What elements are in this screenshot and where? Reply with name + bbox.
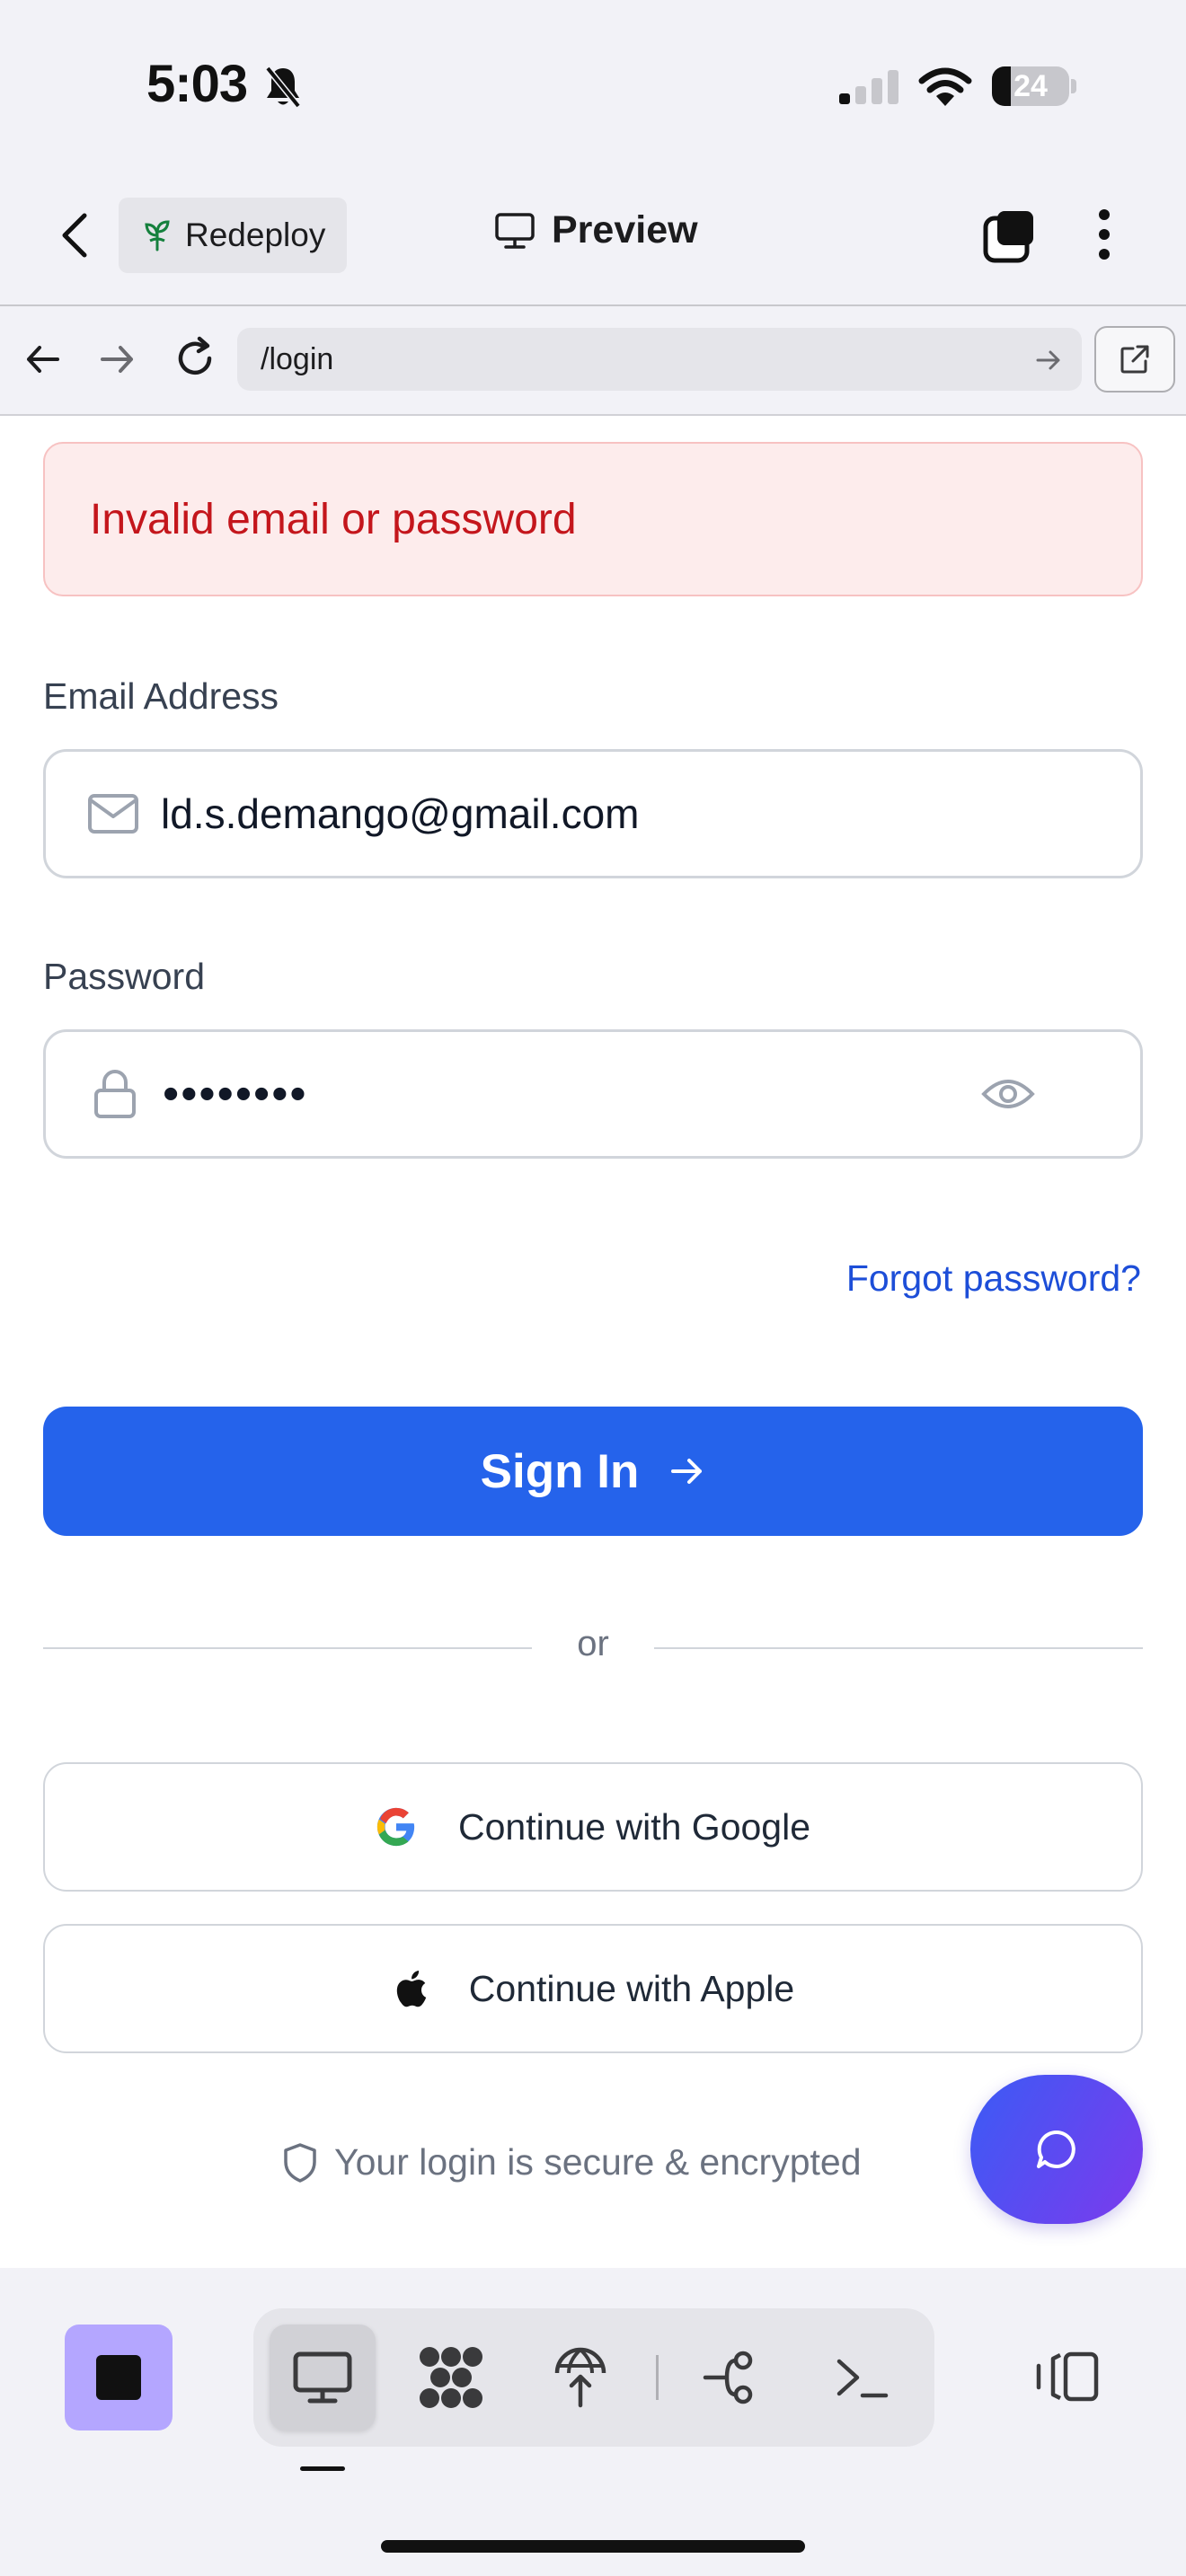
status-time: 5:03	[146, 55, 248, 113]
cellular-signal-icon	[839, 70, 900, 104]
battery-cap	[1071, 79, 1076, 93]
sign-in-button[interactable]: Sign In	[43, 1407, 1143, 1536]
back-chevron-icon[interactable]	[56, 210, 95, 260]
arrow-left-icon[interactable]	[23, 340, 63, 379]
panel-toggle-icon[interactable]	[1033, 2350, 1102, 2404]
tool-preview[interactable]	[270, 2325, 376, 2430]
or-separator: or	[577, 1624, 609, 1663]
lock-icon	[93, 1069, 137, 1119]
monitor-icon	[292, 2351, 353, 2404]
email-value: ld.s.demango@gmail.com	[161, 790, 640, 837]
error-message: Invalid email or password	[90, 495, 577, 543]
password-field[interactable]: ••••••••	[43, 1029, 1143, 1159]
preview-title[interactable]: Preview	[494, 208, 698, 252]
active-tab-indicator	[300, 2466, 345, 2471]
email-field[interactable]: ld.s.demango@gmail.com	[43, 749, 1143, 878]
shield-icon	[282, 2142, 318, 2183]
bell-slash-icon	[262, 65, 304, 110]
home-indicator[interactable]	[381, 2540, 805, 2553]
battery-icon: 24	[992, 66, 1069, 106]
url-text: /login	[261, 341, 334, 376]
more-vertical-icon[interactable]	[1094, 207, 1114, 262]
tabs-icon[interactable]	[983, 208, 1037, 264]
go-arrow-icon[interactable]	[1035, 347, 1062, 374]
eye-icon[interactable]	[981, 1074, 1035, 1114]
grid-blobs-icon	[417, 2344, 485, 2411]
password-label: Password	[43, 956, 206, 997]
arrow-right-icon[interactable]	[97, 340, 137, 379]
tool-publish[interactable]	[527, 2325, 633, 2430]
apple-signin-button[interactable]: Continue with Apple	[43, 1924, 1143, 2053]
stop-button[interactable]	[65, 2325, 173, 2430]
tool-terminal[interactable]	[810, 2325, 916, 2430]
email-label: Email Address	[43, 675, 279, 717]
battery-percent: 24	[1013, 69, 1048, 103]
external-link-icon	[1119, 343, 1151, 375]
git-branch-icon	[702, 2350, 766, 2405]
redeploy-label: Redeploy	[185, 216, 326, 253]
terminal-icon	[834, 2354, 891, 2401]
security-note: Your login is secure & encrypted	[282, 2141, 862, 2183]
secure-text: Your login is secure & encrypted	[334, 2141, 862, 2183]
error-alert: Invalid email or password	[43, 442, 1143, 596]
arrow-right-icon	[669, 1453, 705, 1489]
reload-icon[interactable]	[173, 336, 217, 381]
password-value: ••••••••	[163, 1068, 308, 1120]
google-signin-button[interactable]: Continue with Google	[43, 1762, 1143, 1892]
sign-in-label: Sign In	[480, 1444, 640, 1498]
monitor-icon	[494, 212, 535, 250]
tool-integrations[interactable]	[398, 2325, 504, 2430]
chat-bubble-icon	[1035, 2128, 1078, 2171]
apple-icon	[392, 1968, 428, 2009]
apple-label: Continue with Apple	[468, 1967, 795, 2009]
google-icon	[376, 1806, 417, 1848]
sprout-icon	[142, 219, 173, 251]
divider-right	[654, 1647, 1143, 1649]
google-label: Continue with Google	[457, 1805, 811, 1848]
divider-left	[43, 1647, 532, 1649]
wifi-icon	[918, 66, 972, 106]
open-external-button[interactable]	[1094, 326, 1175, 393]
tool-git[interactable]	[681, 2325, 787, 2430]
stop-square-icon	[94, 2353, 143, 2402]
globe-upload-icon	[553, 2346, 608, 2409]
preview-title-text: Preview	[552, 208, 698, 251]
toolbar-separator	[656, 2355, 659, 2400]
mail-icon	[87, 793, 139, 834]
forgot-password-link[interactable]: Forgot password?	[846, 1257, 1141, 1300]
chat-button[interactable]	[970, 2075, 1143, 2224]
url-field[interactable]: /login	[237, 328, 1082, 391]
redeploy-button[interactable]: Redeploy	[119, 198, 347, 273]
